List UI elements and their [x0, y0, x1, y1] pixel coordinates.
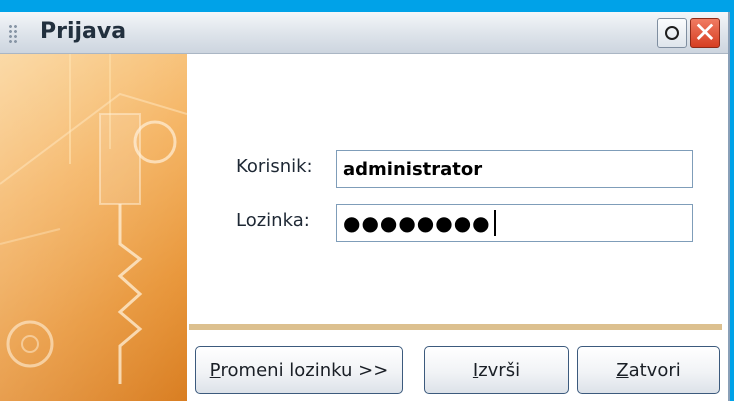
change-password-hotkey: P [209, 359, 221, 381]
change-password-button[interactable]: Promeni lozinku >> [195, 346, 403, 394]
username-input[interactable] [336, 150, 693, 188]
decorative-key-art [0, 54, 187, 401]
close-x-icon: ✕ [693, 16, 717, 49]
grip-icon [8, 24, 18, 44]
close-label: atvori [628, 359, 681, 381]
execute-label: zvrši [478, 359, 521, 381]
button-divider [189, 324, 722, 330]
close-window-button[interactable]: ✕ [690, 18, 720, 48]
restore-button[interactable] [657, 18, 687, 48]
login-window: Prijava ✕ Korisnik: administrator Lozink… [0, 12, 730, 401]
change-password-label: romeni lozinku >> [220, 359, 389, 381]
password-label: Lozinka: [236, 210, 310, 231]
title-bar[interactable]: Prijava ✕ [0, 12, 728, 54]
key-illustration-icon [0, 54, 187, 401]
restore-circle-icon [665, 26, 679, 40]
password-input[interactable]: ●●●●●●●● [336, 204, 693, 242]
execute-button[interactable]: Izvrši [424, 346, 569, 394]
text-caret [493, 210, 496, 236]
window-title: Prijava [40, 19, 127, 44]
username-label: Korisnik: [236, 156, 313, 177]
close-button[interactable]: Zatvori [577, 346, 720, 394]
close-hotkey: Z [616, 359, 629, 381]
password-mask: ●●●●●●●● [343, 211, 491, 235]
